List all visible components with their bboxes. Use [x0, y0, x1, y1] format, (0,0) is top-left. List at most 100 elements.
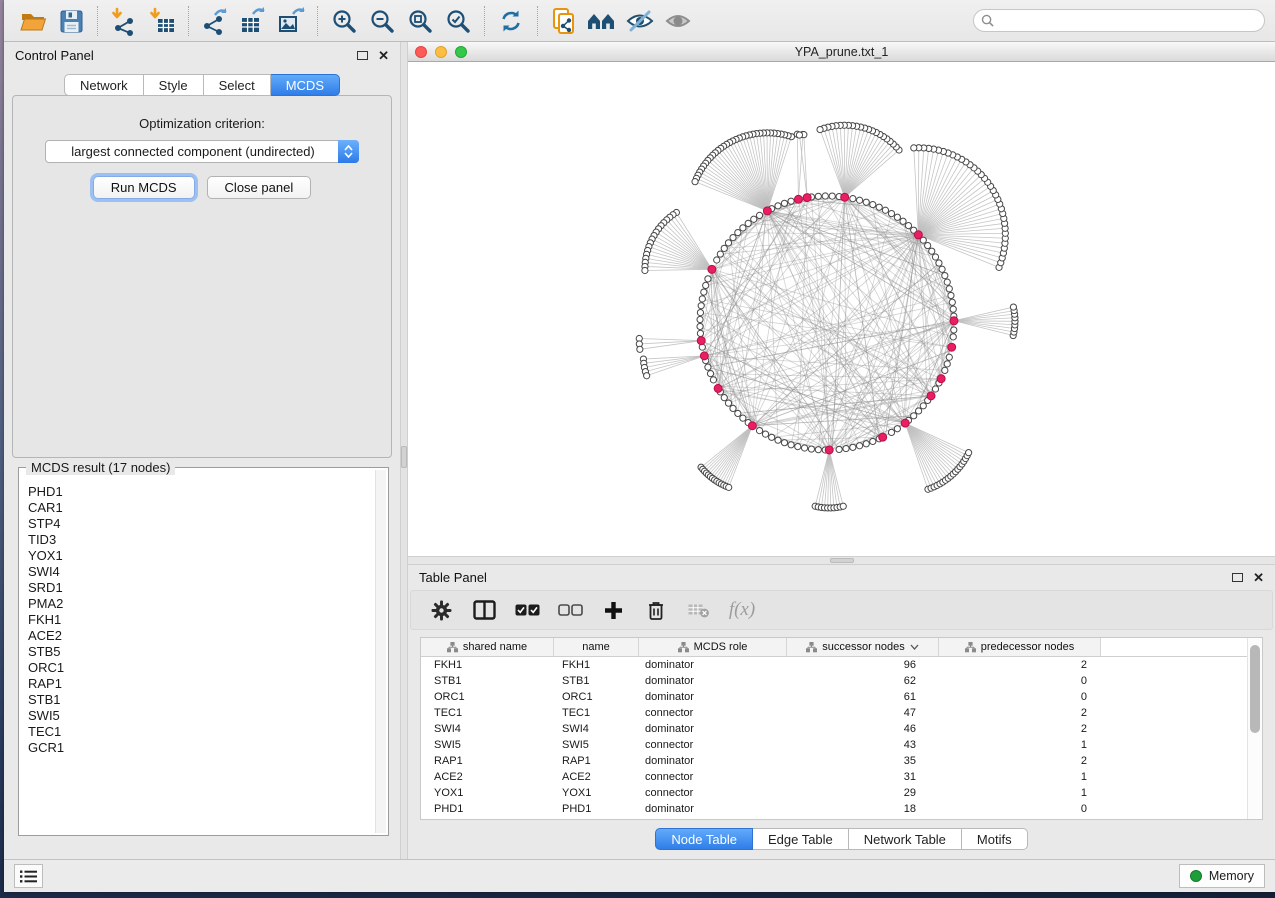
network-node[interactable] — [735, 229, 741, 235]
float-panel-icon[interactable] — [357, 51, 368, 60]
function-builder-button[interactable]: f(x) — [729, 597, 755, 623]
network-node[interactable] — [863, 441, 869, 447]
network-node[interactable] — [925, 242, 931, 248]
network-leaf-node[interactable] — [966, 450, 972, 456]
network-hub-node[interactable] — [803, 194, 811, 202]
zoom-selected-button[interactable] — [439, 3, 477, 39]
open-session-button[interactable] — [14, 3, 52, 39]
export-network-button[interactable] — [196, 3, 234, 39]
splitter-grip[interactable] — [830, 558, 854, 563]
network-node[interactable] — [836, 446, 842, 452]
network-node[interactable] — [699, 296, 705, 302]
splitter-grip[interactable] — [401, 446, 407, 468]
network-node[interactable] — [714, 257, 720, 263]
export-table-button[interactable] — [234, 3, 272, 39]
network-leaf-node[interactable] — [840, 503, 846, 509]
network-node[interactable] — [894, 426, 900, 432]
network-node[interactable] — [916, 408, 922, 414]
mcds-result-item[interactable]: PMA2 — [28, 596, 374, 612]
save-session-button[interactable] — [52, 3, 90, 39]
network-node[interactable] — [905, 222, 911, 228]
network-hub-node[interactable] — [825, 446, 833, 454]
network-node[interactable] — [894, 214, 900, 220]
network-leaf-node[interactable] — [817, 126, 823, 132]
table-row[interactable]: RAP1RAP1dominator352 — [421, 753, 1262, 769]
import-network-button[interactable] — [105, 3, 143, 39]
network-node[interactable] — [822, 193, 828, 199]
network-hub-node[interactable] — [879, 433, 887, 441]
network-node[interactable] — [950, 334, 956, 340]
zoom-in-button[interactable] — [325, 3, 363, 39]
network-hub-node[interactable] — [901, 419, 909, 427]
network-node[interactable] — [697, 330, 703, 336]
network-hub-node[interactable] — [914, 231, 922, 239]
network-hub-node[interactable] — [700, 352, 708, 360]
network-node[interactable] — [950, 306, 956, 312]
network-node[interactable] — [788, 198, 794, 204]
search-input[interactable] — [999, 13, 1257, 29]
mcds-result-item[interactable]: PHD1 — [28, 484, 374, 500]
network-node[interactable] — [725, 400, 731, 406]
window-minimize-icon[interactable] — [435, 46, 447, 58]
network-node[interactable] — [882, 207, 888, 213]
network-node[interactable] — [942, 367, 948, 373]
delete-table-button[interactable] — [686, 597, 712, 623]
network-node[interactable] — [951, 327, 957, 333]
network-node[interactable] — [936, 260, 942, 266]
network-node[interactable] — [756, 427, 762, 433]
network-node[interactable] — [697, 316, 703, 322]
tab-style[interactable]: Style — [144, 74, 204, 96]
network-node[interactable] — [735, 410, 741, 416]
network-node[interactable] — [740, 225, 746, 231]
mcds-result-item[interactable]: STB1 — [28, 692, 374, 708]
network-node[interactable] — [815, 447, 821, 453]
window-close-icon[interactable] — [415, 46, 427, 58]
network-hub-node[interactable] — [937, 375, 945, 383]
run-mcds-button[interactable]: Run MCDS — [93, 176, 195, 199]
export-image-button[interactable] — [272, 3, 310, 39]
mcds-result-item[interactable]: FKH1 — [28, 612, 374, 628]
table-row[interactable]: ACE2ACE2connector311 — [421, 769, 1262, 785]
tab-mcds[interactable]: MCDS — [271, 74, 340, 96]
network-node[interactable] — [900, 218, 906, 224]
float-panel-icon[interactable] — [1232, 573, 1243, 582]
network-node[interactable] — [920, 403, 926, 409]
column-header-mcds-role[interactable]: MCDS role — [639, 638, 787, 657]
column-header-successor-nodes[interactable]: successor nodes — [787, 638, 939, 657]
network-node[interactable] — [762, 431, 768, 437]
network-node[interactable] — [911, 413, 917, 419]
table-row[interactable]: STB1STB1dominator620 — [421, 673, 1262, 689]
network-node[interactable] — [707, 370, 713, 376]
mcds-result-scrollbar[interactable] — [375, 470, 386, 833]
network-hub-node[interactable] — [763, 207, 771, 215]
network-hub-node[interactable] — [927, 392, 935, 400]
mcds-result-item[interactable]: SRD1 — [28, 580, 374, 596]
table-row[interactable]: YOX1YOX1connector291 — [421, 785, 1262, 801]
table-row[interactable]: SWI5SWI5connector431 — [421, 737, 1262, 753]
network-leaf-node[interactable] — [911, 145, 917, 151]
table-row[interactable]: SWI4SWI4dominator462 — [421, 721, 1262, 737]
network-leaf-node[interactable] — [637, 346, 643, 352]
network-node[interactable] — [870, 438, 876, 444]
network-node[interactable] — [944, 361, 950, 367]
tab-select[interactable]: Select — [204, 74, 271, 96]
network-node[interactable] — [795, 443, 801, 449]
network-node[interactable] — [775, 203, 781, 209]
network-node[interactable] — [856, 197, 862, 203]
first-neighbors-button[interactable] — [583, 3, 621, 39]
network-node[interactable] — [697, 323, 703, 329]
network-hub-node[interactable] — [708, 265, 716, 273]
show-all-button[interactable] — [659, 3, 697, 39]
network-node[interactable] — [697, 310, 703, 316]
network-node[interactable] — [701, 289, 707, 295]
network-node[interactable] — [929, 248, 935, 254]
network-node[interactable] — [946, 354, 952, 360]
network-node[interactable] — [740, 415, 746, 421]
network-node[interactable] — [781, 200, 787, 206]
mcds-result-item[interactable]: ORC1 — [28, 660, 374, 676]
network-node[interactable] — [856, 443, 862, 449]
network-canvas[interactable] — [408, 62, 1275, 556]
mcds-result-item[interactable]: YOX1 — [28, 548, 374, 564]
hide-selected-button[interactable] — [621, 3, 659, 39]
network-node[interactable] — [944, 279, 950, 285]
